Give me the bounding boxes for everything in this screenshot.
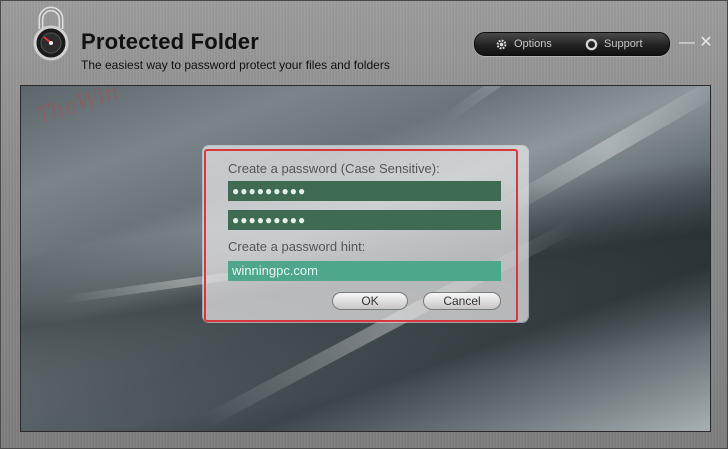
options-label: Options [514,38,552,50]
password-hint-label: Create a password hint: [228,239,366,254]
app-title: Protected Folder [81,29,260,54]
content-area: TheWin [20,85,711,432]
support-label: Support [604,38,643,50]
watermark-logo: TheWin [33,85,123,130]
app-window: Protected Folder The easiest way to pass… [0,0,728,449]
minimize-icon[interactable]: — [679,35,695,51]
cancel-button[interactable]: Cancel [423,292,501,310]
support-icon [585,38,598,50]
password-label: Create a password (Case Sensitive): [228,161,440,176]
app-subtitle: The easiest way to password protect your… [81,58,390,72]
support-button[interactable]: Support [585,33,643,55]
gear-icon [496,39,507,49]
top-menu-bar: Options Support [474,32,670,56]
close-icon[interactable]: ✕ [698,35,714,51]
confirm-password-input[interactable]: ●●●●●●●●● [228,210,501,230]
ok-button[interactable]: OK [332,292,408,310]
padlock-icon [33,6,69,61]
password-input[interactable]: ●●●●●●●●● [228,181,501,201]
options-button[interactable]: Options [495,33,552,55]
password-hint-input[interactable]: winningpc.com [228,261,501,281]
